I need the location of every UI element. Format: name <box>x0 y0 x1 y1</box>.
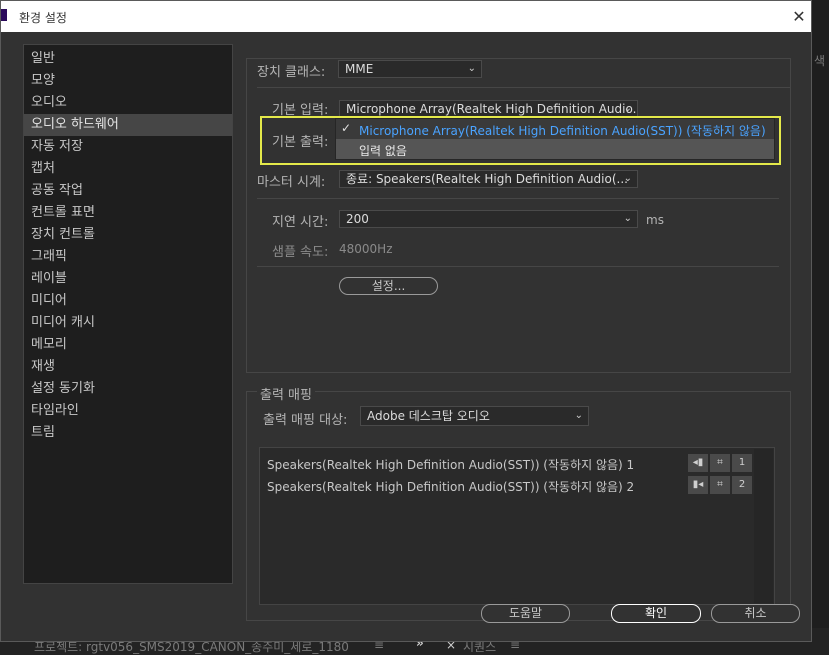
output-channel-label: Speakers(Realtek High Definition Audio(S… <box>267 480 635 494</box>
sample-rate-value: 48000Hz <box>339 242 393 256</box>
sidebar-item[interactable]: 장치 컨트롤 <box>24 224 232 246</box>
output-mapping-section-label: 출력 매핑 <box>257 384 315 403</box>
speaker-left-icon[interactable]: ◂▮ <box>688 454 708 472</box>
separator <box>257 266 779 267</box>
dialog-titlebar[interactable]: 환경 설정 ✕ <box>1 1 811 32</box>
separator <box>257 198 779 199</box>
preferences-dialog: 환경 설정 ✕ 일반 모양 오디오 오디오 하드웨어 자동 저장 캡처 공동 작업 컨트롤 표… <box>0 0 812 642</box>
table-row[interactable]: Speakers(Realtek High Definition Audio(S… <box>260 474 774 496</box>
crop-icon[interactable]: ⌗ <box>710 454 730 472</box>
sidebar-item[interactable]: 자동 저장 <box>24 136 232 158</box>
ok-button[interactable]: 확인 <box>611 604 701 623</box>
cancel-button[interactable]: 취소 <box>711 604 800 623</box>
device-class-label: 장치 클래스: <box>257 65 326 80</box>
latency-label: 지연 시간: <box>272 215 329 230</box>
vertical-scrollbar[interactable] <box>754 449 773 603</box>
master-clock-value: 종료: Speakers(Realtek High Definition Aud… <box>346 172 628 186</box>
table-row[interactable]: Speakers(Realtek High Definition Audio(S… <box>260 452 774 474</box>
default-input-value: Microphone Array(Realtek High Definition… <box>346 102 638 116</box>
output-channel-label: Speakers(Realtek High Definition Audio(S… <box>267 458 635 472</box>
device-class-select[interactable]: MME ⌄ <box>338 60 482 78</box>
sidebar-item[interactable]: 캡처 <box>24 158 232 180</box>
sidebar-item[interactable]: 오디오 하드웨어 <box>24 114 232 136</box>
speaker-right-icon[interactable]: ▮◂ <box>688 476 708 494</box>
device-class-value: MME <box>345 62 374 76</box>
crop-icon[interactable]: ⌗ <box>710 476 730 494</box>
sidebar-item[interactable]: 트림 <box>24 422 232 444</box>
group-divider <box>257 87 791 88</box>
background-edge-text: 색 <box>814 54 826 68</box>
sidebar-item[interactable]: 타임라인 <box>24 400 232 422</box>
output-mapping-target-value: Adobe 데스크탑 오디오 <box>367 409 490 423</box>
channel-number-badge: 1 <box>732 454 752 472</box>
sidebar-item[interactable]: 설정 동기화 <box>24 378 232 400</box>
sidebar-item[interactable]: 오디오 <box>24 92 232 114</box>
help-button[interactable]: 도움말 <box>481 604 570 623</box>
close-icon[interactable]: ✕ <box>789 7 809 27</box>
latency-select[interactable]: 200 ⌄ <box>339 210 638 228</box>
master-clock-label: 마스터 시계: <box>257 175 326 190</box>
output-channel-list[interactable]: Speakers(Realtek High Definition Audio(S… <box>259 447 775 605</box>
chevron-down-icon: ⌄ <box>623 103 632 114</box>
output-mapping-target-label: 출력 매핑 대상: <box>263 413 348 428</box>
sidebar-item[interactable]: 레이블 <box>24 268 232 290</box>
app-icon <box>1 9 7 21</box>
output-mapping-target-select[interactable]: Adobe 데스크탑 오디오 ⌄ <box>360 406 589 426</box>
latency-unit: ms <box>646 213 664 227</box>
latency-value: 200 <box>346 212 369 226</box>
sidebar-item[interactable]: 모양 <box>24 70 232 92</box>
sidebar-item[interactable]: 미디어 캐시 <box>24 312 232 334</box>
chevron-down-icon: ⌄ <box>623 173 632 184</box>
sidebar-item[interactable]: 재생 <box>24 356 232 378</box>
sample-rate-label: 샘플 속도: <box>272 245 329 260</box>
annotation-highlight-box <box>260 116 781 165</box>
sidebar-item[interactable]: 미디어 <box>24 290 232 312</box>
sidebar-item[interactable]: 컨트롤 표면 <box>24 202 232 224</box>
sidebar-item[interactable]: 메모리 <box>24 334 232 356</box>
master-clock-select[interactable]: 종료: Speakers(Realtek High Definition Aud… <box>339 170 638 188</box>
settings-button[interactable]: 설정... <box>339 277 438 295</box>
chevron-down-icon: ⌄ <box>467 63 476 74</box>
sidebar-item[interactable]: 일반 <box>24 48 232 70</box>
chevron-down-icon: ⌄ <box>623 213 632 224</box>
dialog-title: 환경 설정 <box>19 11 67 25</box>
category-list[interactable]: 일반 모양 오디오 오디오 하드웨어 자동 저장 캡처 공동 작업 컨트롤 표면 장치 컨트롤 그… <box>23 44 233 584</box>
chevron-down-icon: ⌄ <box>574 410 583 421</box>
channel-number-badge: 2 <box>732 476 752 494</box>
sidebar-item[interactable]: 그래픽 <box>24 246 232 268</box>
sidebar-item[interactable]: 공동 작업 <box>24 180 232 202</box>
